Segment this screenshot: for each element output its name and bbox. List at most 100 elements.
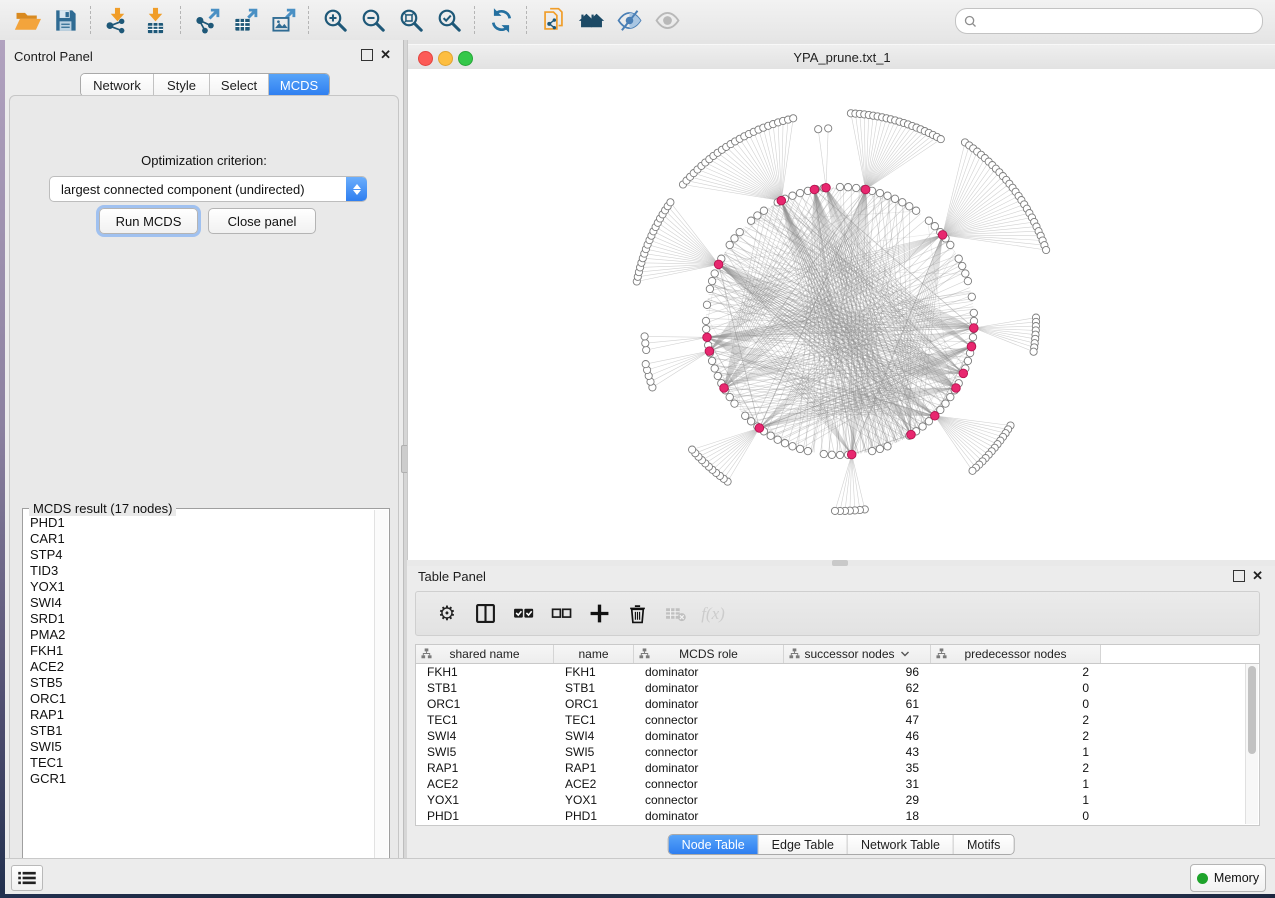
settings-gear-icon[interactable]: ⚙ <box>428 599 466 629</box>
network-node[interactable] <box>642 340 649 347</box>
mcds-hub-node[interactable] <box>720 384 729 393</box>
network-node[interactable] <box>796 189 803 196</box>
mcds-result-item[interactable]: SWI5 <box>24 739 375 755</box>
mcds-result-item[interactable]: TEC1 <box>24 755 375 771</box>
table-row[interactable]: YOX1YOX1connector291 <box>416 792 1259 808</box>
network-node[interactable] <box>1030 348 1037 355</box>
add-row-icon[interactable] <box>580 599 618 629</box>
table-row[interactable]: TEC1TEC1connector472 <box>416 712 1259 728</box>
tab-edge-table[interactable]: Edge Table <box>759 835 848 854</box>
close-panel-icon[interactable]: ✕ <box>380 50 391 60</box>
mcds-result-item[interactable]: CAR1 <box>24 531 375 547</box>
mcds-hub-node[interactable] <box>970 324 979 333</box>
network-node[interactable] <box>1043 246 1050 253</box>
column-header-MCDS-role[interactable]: MCDS role <box>634 645 784 663</box>
mcds-hub-node[interactable] <box>959 369 968 378</box>
mcds-result-item[interactable]: STB1 <box>24 723 375 739</box>
network-node[interactable] <box>836 183 843 190</box>
mcds-result-item[interactable]: YOX1 <box>24 579 375 595</box>
open-file-icon[interactable] <box>8 4 46 36</box>
network-node[interactable] <box>789 443 796 450</box>
network-node[interactable] <box>828 451 835 458</box>
network-node[interactable] <box>925 217 932 224</box>
network-node[interactable] <box>711 270 718 277</box>
column-header-name[interactable]: name <box>554 645 634 663</box>
mcds-hub-node[interactable] <box>810 185 819 194</box>
network-node[interactable] <box>754 212 761 219</box>
network-node[interactable] <box>702 317 709 324</box>
table-scrollbar-thumb[interactable] <box>1248 666 1256 754</box>
float-panel-icon[interactable] <box>1233 570 1245 582</box>
network-node[interactable] <box>947 393 954 400</box>
mcds-hub-node[interactable] <box>907 430 916 439</box>
network-node[interactable] <box>964 277 971 284</box>
tab-mcds[interactable]: MCDS <box>269 74 329 96</box>
mcds-hub-node[interactable] <box>705 347 714 356</box>
hide-selected-icon[interactable] <box>610 4 648 36</box>
network-node[interactable] <box>825 125 832 132</box>
mcds-result-item[interactable]: TID3 <box>24 563 375 579</box>
table-row[interactable]: RAP1RAP1dominator352 <box>416 760 1259 776</box>
network-node[interactable] <box>641 333 648 340</box>
network-node[interactable] <box>868 447 875 454</box>
mcds-result-item[interactable]: GCR1 <box>24 771 375 787</box>
network-node[interactable] <box>964 357 971 364</box>
network-node[interactable] <box>844 184 851 191</box>
column-header-shared-name[interactable]: shared name <box>416 645 554 663</box>
network-node[interactable] <box>714 372 721 379</box>
table-row[interactable]: PHD1PHD1dominator180 <box>416 808 1259 824</box>
network-node[interactable] <box>884 192 891 199</box>
network-node[interactable] <box>796 445 803 452</box>
network-node[interactable] <box>804 447 811 454</box>
deselect-all-icon[interactable] <box>542 599 580 629</box>
tab-style[interactable]: Style <box>154 74 210 96</box>
table-row[interactable]: STB1STB1dominator620 <box>416 680 1259 696</box>
network-node[interactable] <box>726 393 733 400</box>
export-network-icon[interactable] <box>188 4 226 36</box>
tab-network[interactable]: Network <box>81 74 154 96</box>
network-node[interactable] <box>815 126 822 133</box>
network-canvas[interactable] <box>408 69 1275 560</box>
close-panel-button[interactable]: Close panel <box>208 208 316 234</box>
network-node[interactable] <box>820 450 827 457</box>
network-node[interactable] <box>747 217 754 224</box>
network-node[interactable] <box>955 255 962 262</box>
mcds-result-item[interactable]: PMA2 <box>24 627 375 643</box>
network-node[interactable] <box>789 192 796 199</box>
show-panels-menu-button[interactable] <box>11 865 43 891</box>
network-node[interactable] <box>876 445 883 452</box>
network-node[interactable] <box>912 207 919 214</box>
network-node[interactable] <box>731 235 738 242</box>
home-icon[interactable] <box>572 4 610 36</box>
network-node[interactable] <box>942 400 949 407</box>
column-header-successor-nodes[interactable]: successor nodes <box>784 645 931 663</box>
refresh-layout-icon[interactable] <box>482 4 520 36</box>
select-all-icon[interactable] <box>504 599 542 629</box>
network-node[interactable] <box>689 446 696 453</box>
network-node[interactable] <box>706 285 713 292</box>
network-node[interactable] <box>760 207 767 214</box>
zoom-selected-icon[interactable] <box>430 4 468 36</box>
network-node[interactable] <box>891 195 898 202</box>
mcds-hub-node[interactable] <box>755 424 764 433</box>
network-node[interactable] <box>703 301 710 308</box>
float-panel-icon[interactable] <box>361 49 373 61</box>
table-row[interactable]: FKH1FKH1dominator962 <box>416 664 1259 680</box>
tab-select[interactable]: Select <box>210 74 269 96</box>
network-node[interactable] <box>643 346 650 353</box>
mcds-hub-node[interactable] <box>931 412 940 421</box>
mcds-result-item[interactable]: ACE2 <box>24 659 375 675</box>
network-node[interactable] <box>906 203 913 210</box>
zoom-fit-icon[interactable] <box>392 4 430 36</box>
mcds-result-item[interactable]: ORC1 <box>24 691 375 707</box>
network-node[interactable] <box>711 365 718 372</box>
zoom-out-icon[interactable] <box>354 4 392 36</box>
tab-network-table[interactable]: Network Table <box>848 835 954 854</box>
network-node[interactable] <box>853 184 860 191</box>
table-row[interactable]: SWI5SWI5connector431 <box>416 744 1259 760</box>
import-table-icon[interactable] <box>136 4 174 36</box>
export-image-icon[interactable] <box>264 4 302 36</box>
network-node[interactable] <box>969 467 976 474</box>
mcds-result-item[interactable]: STB5 <box>24 675 375 691</box>
zoom-in-icon[interactable] <box>316 4 354 36</box>
